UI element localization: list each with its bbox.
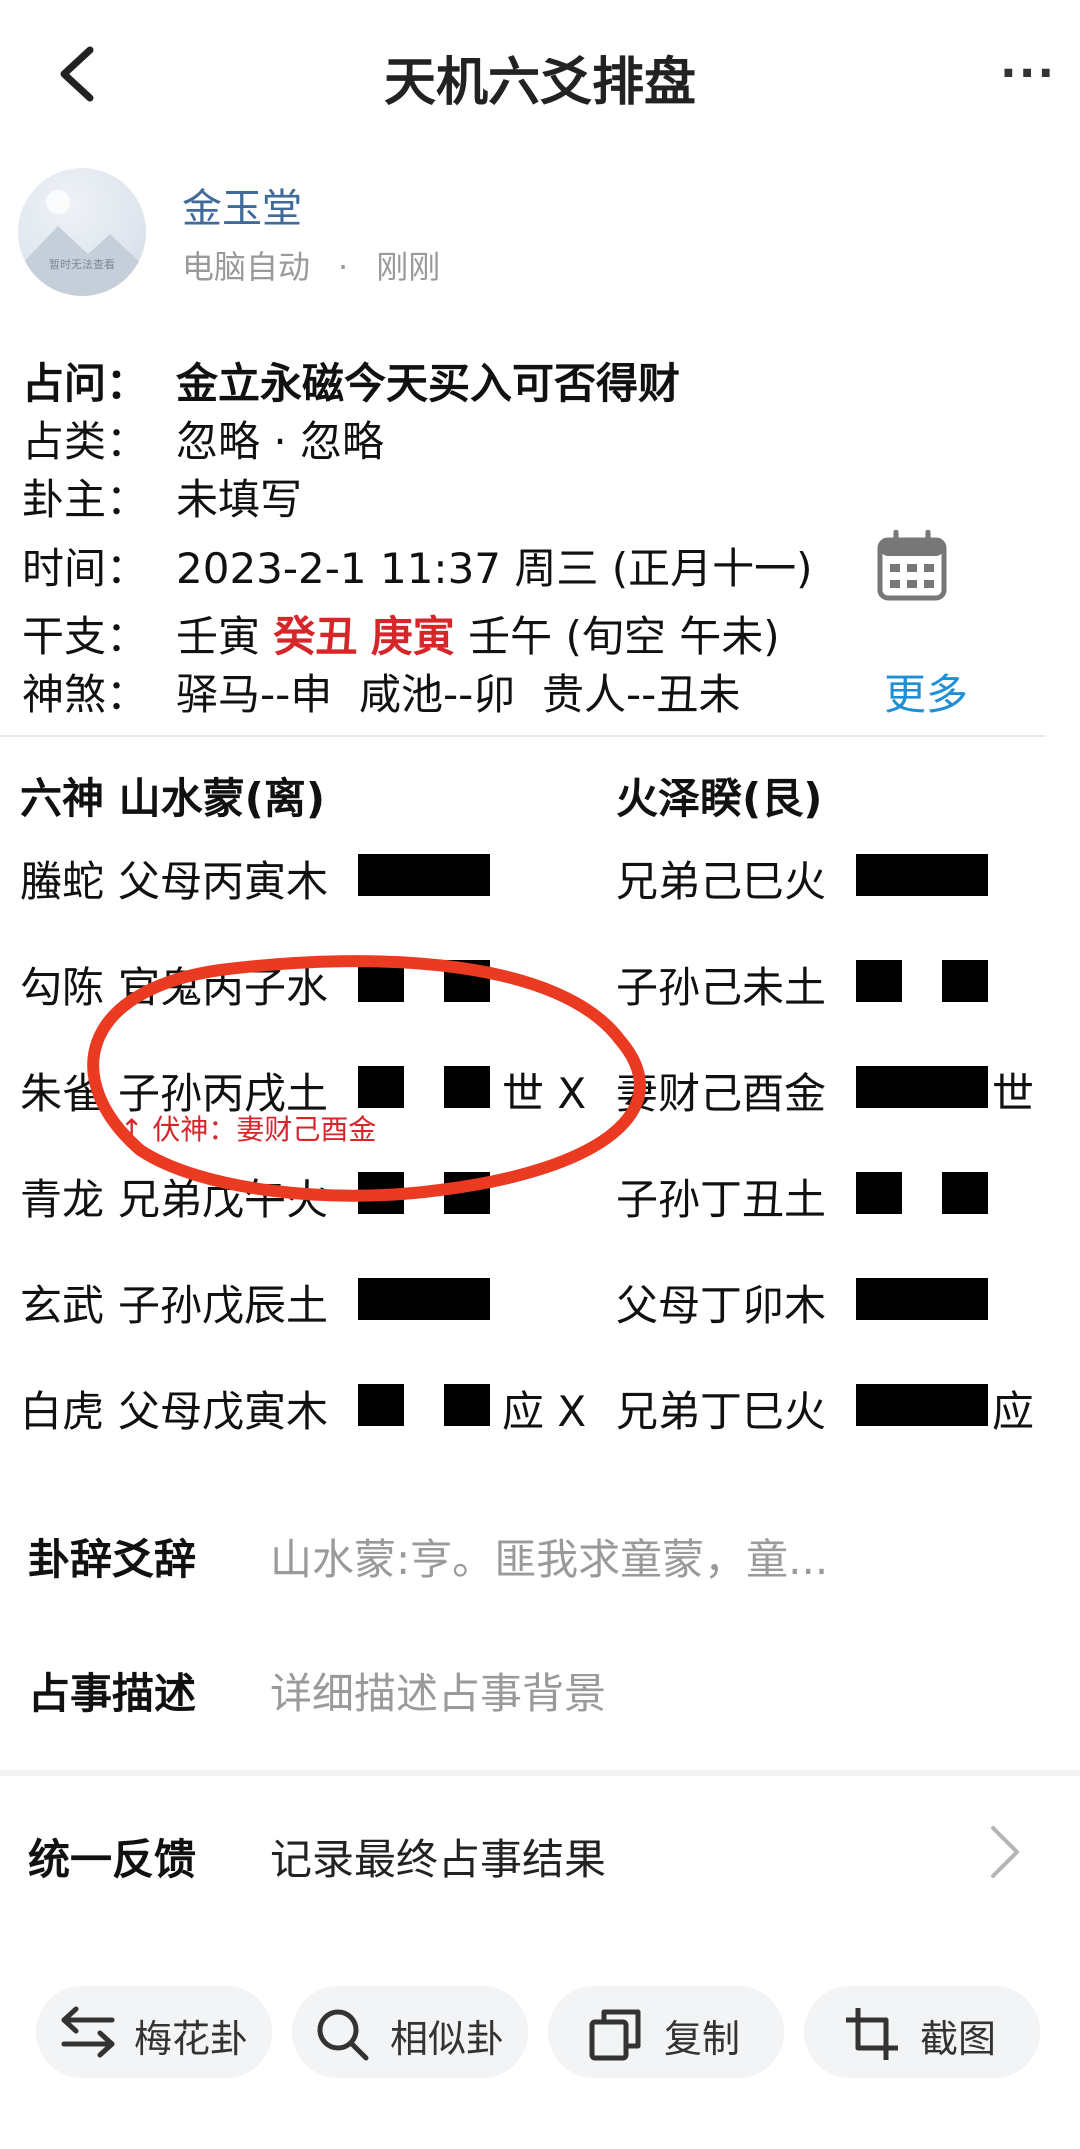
left-yao-label: 兄弟戊午火: [118, 1175, 329, 1224]
post-source: 电脑自动: [182, 248, 311, 286]
ganzhi-label: 干支：: [22, 612, 149, 661]
shensha-label: 神煞：: [22, 670, 149, 719]
chevron-right-icon: [991, 1826, 1019, 1878]
left-yin-line-left: [358, 1384, 404, 1426]
question-value: 金立永磁今天买入可否得财: [176, 359, 681, 408]
hexagram-right-header: 火泽睽(艮): [616, 774, 823, 823]
left-yin-line-left: [358, 1066, 404, 1108]
left-yin-line-left: [358, 1172, 404, 1214]
right-yin-line-right: [942, 960, 988, 1002]
similar-button[interactable]: 相似卦: [292, 1986, 528, 2078]
copy-icon: [589, 2009, 641, 2061]
more-menu-button[interactable]: ···: [1000, 48, 1060, 99]
screenshot-label: 截图: [920, 2017, 997, 2061]
time-value: 2023-2-1 11:37 周三 (正月十一): [176, 544, 813, 593]
describe-input[interactable]: 详细描述占事背景: [270, 1660, 606, 1721]
mountain-placeholder-icon: [18, 190, 146, 296]
feedback-arrow[interactable]: [985, 1822, 1025, 1882]
section-divider: [0, 1770, 1080, 1776]
search-icon: [317, 2009, 369, 2061]
liushen-label: 白虎: [20, 1387, 105, 1436]
guaci-value[interactable]: 山水蒙:亨。匪我求童蒙，童...: [270, 1526, 828, 1587]
right-yao-mark: 世: [992, 1069, 1035, 1118]
left-yao-label: 官鬼丙子水: [118, 963, 329, 1012]
left-yang-line: [358, 854, 490, 896]
meihua-button[interactable]: 梅花卦: [36, 1986, 272, 2078]
liushen-label: 勾陈: [20, 963, 105, 1012]
crop-icon: [846, 2008, 898, 2060]
similar-label: 相似卦: [390, 2017, 505, 2061]
right-yang-line: [856, 1278, 988, 1320]
describe-label: 占事描述: [28, 1669, 197, 1718]
avatar[interactable]: 暂时无法查看: [18, 168, 146, 296]
screenshot-button[interactable]: 截图: [804, 1986, 1040, 2078]
more-icon: ···: [1000, 48, 1057, 99]
left-yin-line-right: [444, 1066, 490, 1108]
copy-button[interactable]: 复制: [548, 1986, 784, 2078]
avatar-caption: 暂时无法查看: [49, 258, 115, 271]
feedback-label: 统一反馈: [28, 1835, 197, 1884]
right-yao-label: 兄弟丁巳火: [616, 1387, 827, 1436]
post-time: 刚刚: [376, 248, 441, 286]
fushen-note: ↑ 伏神：妻财己酉金: [120, 1113, 377, 1146]
shensha-more-link[interactable]: 更多: [884, 661, 968, 722]
ganzhi-hour: 壬午 (旬空 午未): [468, 612, 780, 661]
liushen-label: 朱雀: [20, 1069, 105, 1118]
left-yin-line-right: [444, 1384, 490, 1426]
right-yin-line-left: [856, 960, 902, 1002]
owner-value: 未填写: [176, 475, 303, 524]
post-meta: 电脑自动 · 刚刚: [182, 248, 441, 286]
right-yao-label: 父母丁卯木: [616, 1281, 827, 1330]
right-yao-label: 妻财己酉金: [616, 1069, 827, 1118]
swap-arrows-icon: [61, 2006, 115, 2058]
hexagram-left-header: 六神 山水蒙(离): [20, 774, 326, 823]
time-label: 时间：: [22, 544, 149, 593]
owner-label: 卦主：: [22, 475, 149, 524]
liushen-label: 玄武: [20, 1281, 105, 1330]
feedback-value[interactable]: 记录最终占事结果: [270, 1826, 606, 1887]
left-yin-line-left: [358, 960, 404, 1002]
left-yin-line-right: [444, 1172, 490, 1214]
guaci-label: 卦辞爻辞: [28, 1535, 197, 1584]
right-yao-label: 兄弟己巳火: [616, 857, 827, 906]
liushen-label: 螣蛇: [20, 857, 105, 906]
right-yang-line: [856, 1066, 988, 1108]
copy-label: 复制: [664, 2017, 741, 2061]
right-yin-line-left: [856, 1172, 902, 1214]
left-yang-line: [358, 1278, 490, 1320]
left-yao-mark: 世 X: [502, 1069, 587, 1118]
divider: [0, 735, 1045, 737]
calendar-icon: [877, 529, 947, 601]
meihua-label: 梅花卦: [134, 2017, 249, 2061]
category-label: 占类：: [22, 417, 149, 466]
author-name[interactable]: 金玉堂: [182, 176, 302, 234]
ganzhi-month: 癸丑: [273, 612, 358, 661]
left-yao-label: 子孙戊辰土: [118, 1281, 329, 1330]
ganzhi-value: 壬寅 癸丑 庚寅 壬午 (旬空 午未): [176, 603, 780, 664]
right-yang-line: [856, 854, 988, 896]
right-yao-label: 子孙丁丑土: [616, 1175, 827, 1224]
liushen-label: 青龙: [20, 1175, 105, 1224]
shensha-value: 驿马--申 咸池--卯 贵人--丑未: [176, 670, 741, 719]
question-label: 占问：: [22, 359, 149, 408]
page-title: 天机六爻排盘: [383, 53, 696, 113]
right-yao-label: 子孙己未土: [616, 963, 827, 1012]
right-yao-mark: 应: [992, 1387, 1035, 1436]
ganzhi-day: 庚寅: [370, 612, 455, 661]
category-value: 忽略 · 忽略: [176, 417, 385, 466]
left-yao-label: 父母戊寅木: [118, 1387, 329, 1436]
left-yao-label: 父母丙寅木: [118, 857, 329, 906]
right-yang-line: [856, 1384, 988, 1426]
ganzhi-year: 壬寅: [176, 612, 261, 661]
left-yin-line-right: [444, 960, 490, 1002]
calendar-button[interactable]: [876, 529, 948, 602]
right-yin-line-right: [942, 1172, 988, 1214]
left-yao-mark: 应 X: [502, 1387, 587, 1436]
